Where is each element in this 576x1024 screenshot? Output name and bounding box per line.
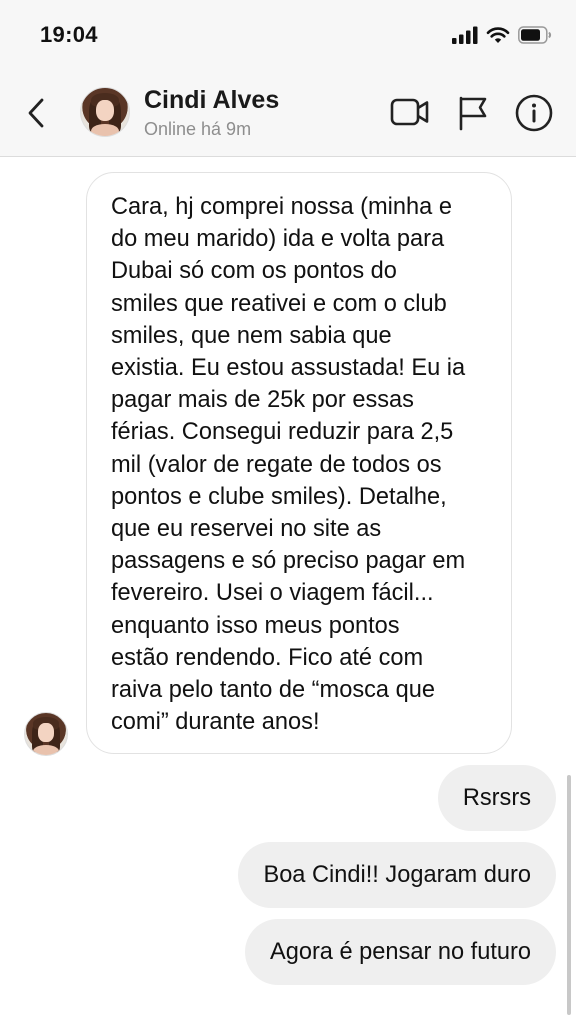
status-time: 19:04 <box>40 22 98 47</box>
scrollbar[interactable] <box>567 775 571 1015</box>
signal-icon <box>452 26 478 44</box>
wifi-icon <box>486 27 510 43</box>
video-call-icon[interactable] <box>390 96 430 128</box>
outgoing-message-bubble[interactable]: Agora é pensar no futuro <box>244 919 556 985</box>
flag-icon[interactable] <box>457 95 489 131</box>
info-icon[interactable] <box>514 93 554 133</box>
message-sender-avatar[interactable] <box>24 712 68 756</box>
contact-status: Online há 9m <box>144 119 252 139</box>
incoming-message-bubble[interactable]: Cara, hj comprei nossa (minha e do meu m… <box>86 172 512 754</box>
outgoing-message-bubble[interactable]: Boa Cindi!! Jogaram duro <box>238 842 556 908</box>
outgoing-message-bubble[interactable]: Rsrsrs <box>437 765 556 831</box>
contact-name[interactable]: Cindi Alves <box>144 86 279 115</box>
status-bar: 19:04 <box>0 0 576 70</box>
status-icons <box>452 24 552 46</box>
contact-avatar[interactable] <box>80 87 130 137</box>
chat-header: Cindi Alves Online há 9m <box>0 70 576 157</box>
back-button[interactable] <box>22 96 52 130</box>
battery-icon <box>518 26 552 44</box>
